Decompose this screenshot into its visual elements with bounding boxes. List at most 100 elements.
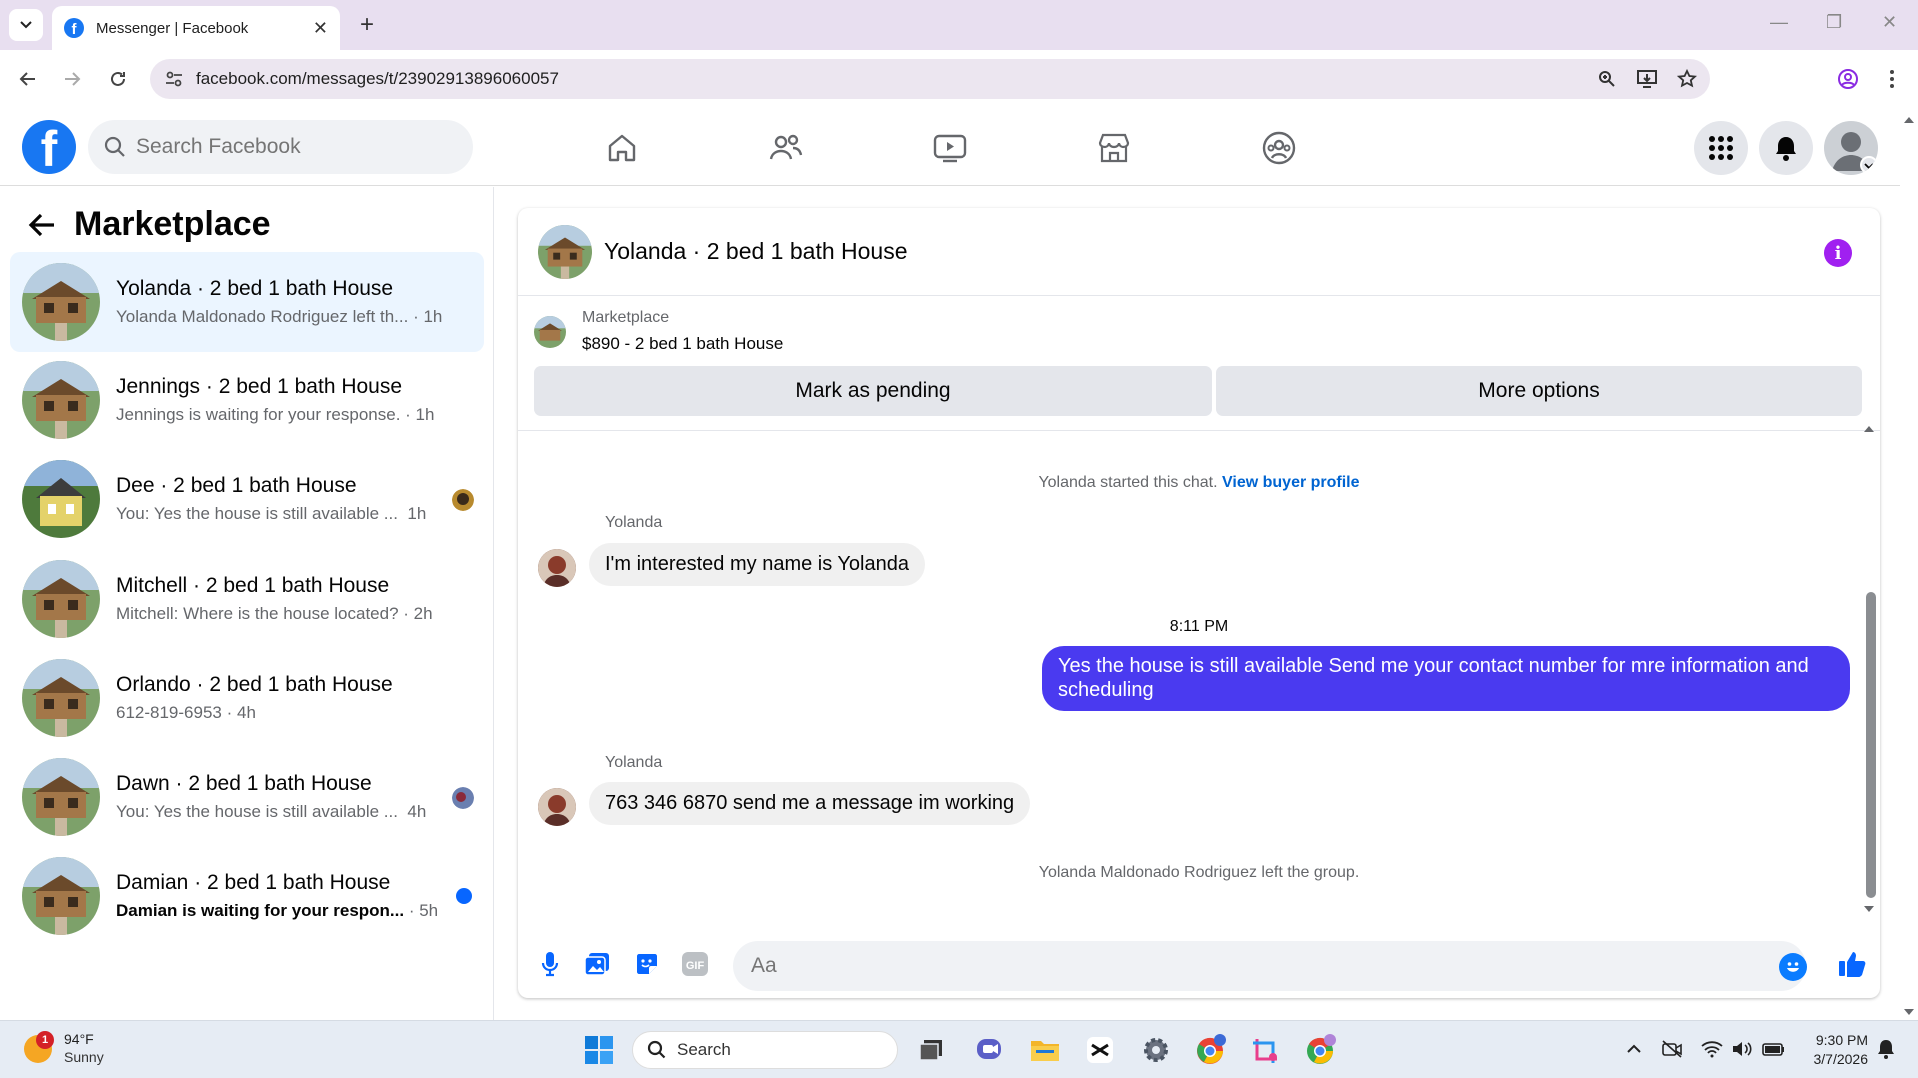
address-bar[interactable]: facebook.com/messages/t/2390291389606005… xyxy=(150,59,1710,99)
gif-icon[interactable]: GIF xyxy=(681,950,709,978)
photo-icon[interactable] xyxy=(583,950,611,978)
conversation-name: Jennings · 2 bed 1 bath House xyxy=(116,375,403,398)
emoji-icon[interactable] xyxy=(1779,953,1807,981)
chrome-profile-icon[interactable] xyxy=(1194,1033,1228,1067)
listing-thumbnail[interactable] xyxy=(534,316,566,348)
forward-button[interactable] xyxy=(58,65,86,93)
more-options-button[interactable]: More options xyxy=(1216,366,1862,416)
chat-title[interactable]: Yolanda · 2 bed 1 bath House xyxy=(604,238,908,265)
menu-button[interactable] xyxy=(1694,121,1748,175)
house-thumbnail xyxy=(22,857,100,935)
page-scroll-down-icon[interactable] xyxy=(1900,1006,1918,1018)
volume-icon[interactable] xyxy=(1730,1037,1754,1061)
install-app-icon[interactable] xyxy=(1636,68,1658,90)
sender-avatar[interactable] xyxy=(538,549,576,587)
conversation-name: Orlando · 2 bed 1 bath House xyxy=(116,673,393,696)
url-text[interactable]: facebook.com/messages/t/2390291389606005… xyxy=(196,69,559,89)
profile-button[interactable] xyxy=(1834,65,1862,93)
task-view-icon[interactable] xyxy=(914,1033,948,1067)
browser-menu-button[interactable] xyxy=(1878,65,1906,93)
teams-chat-icon[interactable] xyxy=(973,1033,1007,1067)
message-composer: GIF xyxy=(518,926,1880,998)
bookmark-star-icon[interactable] xyxy=(1676,68,1698,90)
conversation-preview: Mitchell: Where is the house located? xyxy=(116,604,399,623)
minimize-icon[interactable]: — xyxy=(1770,12,1788,33)
reload-button[interactable] xyxy=(104,65,132,93)
microphone-icon[interactable] xyxy=(536,950,564,978)
conversation-preview: Yolanda Maldonado Rodriguez left th... xyxy=(116,307,409,326)
zoom-icon[interactable] xyxy=(1596,68,1618,90)
wifi-icon[interactable] xyxy=(1700,1037,1724,1061)
mark-as-pending-button[interactable]: Mark as pending xyxy=(534,366,1212,416)
restore-icon[interactable]: ❐ xyxy=(1826,12,1842,33)
page-scrollbar[interactable] xyxy=(1900,108,1918,1020)
listing-title[interactable]: $890 - 2 bed 1 bath House xyxy=(582,334,783,354)
sender-avatar[interactable] xyxy=(538,788,576,826)
nav-marketplace[interactable] xyxy=(1094,128,1134,168)
nav-groups[interactable] xyxy=(1259,128,1299,168)
incoming-message[interactable]: I'm interested my name is Yolanda xyxy=(589,543,925,586)
chrome-icon[interactable] xyxy=(1304,1033,1338,1067)
system-clock[interactable]: 9:30 PM 3/7/2026 xyxy=(1796,1031,1869,1069)
tab-list-button[interactable] xyxy=(9,9,43,41)
settings-gear-icon[interactable] xyxy=(1139,1033,1173,1067)
scroll-up-icon[interactable] xyxy=(1862,424,1876,434)
left-group-notice: Yolanda Maldonado Rodriguez left the gro… xyxy=(1038,864,1360,881)
unread-indicator xyxy=(456,888,472,904)
windows-start-icon[interactable] xyxy=(582,1033,616,1067)
tab-close-icon[interactable]: ✕ xyxy=(313,18,328,39)
conversation-item[interactable]: Dee · 2 bed 1 bath House You: Yes the ho… xyxy=(10,449,484,549)
weather-widget[interactable]: 1 94°F Sunny xyxy=(24,1030,104,1066)
conversation-item[interactable]: Yolanda · 2 bed 1 bath House Yolanda Mal… xyxy=(10,252,484,352)
facebook-search[interactable] xyxy=(88,120,473,174)
conversation-time: 4h xyxy=(407,802,427,821)
sun-icon: 1 xyxy=(24,1030,54,1063)
sticker-icon[interactable] xyxy=(633,950,661,978)
nav-friends[interactable] xyxy=(766,128,806,168)
account-avatar[interactable] xyxy=(1824,121,1878,175)
facebook-logo-icon[interactable]: f xyxy=(22,120,76,174)
nav-video[interactable] xyxy=(930,128,970,168)
conversation-item[interactable]: Jennings · 2 bed 1 bath House Jennings i… xyxy=(10,350,484,450)
capcut-icon[interactable] xyxy=(1083,1033,1117,1067)
message-input[interactable] xyxy=(733,941,1806,991)
conversation-preview: Jennings is waiting for your response. xyxy=(116,405,401,424)
conversation-item[interactable]: Damian · 2 bed 1 bath House Damian is wa… xyxy=(10,846,484,946)
conversation-item[interactable]: Orlando · 2 bed 1 bath House 612-819-695… xyxy=(10,648,484,748)
taskbar-search[interactable]: Search xyxy=(632,1031,898,1069)
notification-bell-icon[interactable] xyxy=(1874,1037,1898,1061)
conversation-item[interactable]: Mitchell · 2 bed 1 bath House Mitchell: … xyxy=(10,549,484,649)
incoming-message[interactable]: 763 346 6870 send me a message im workin… xyxy=(589,782,1031,825)
chat-window: Yolanda · 2 bed 1 bath House i Marketpla… xyxy=(518,208,1880,998)
file-explorer-icon[interactable] xyxy=(1028,1033,1062,1067)
new-tab-button[interactable]: + xyxy=(352,10,382,40)
battery-icon[interactable] xyxy=(1762,1037,1786,1061)
close-window-icon[interactable]: ✕ xyxy=(1882,12,1897,33)
house-thumbnail xyxy=(22,460,100,538)
camera-off-icon[interactable] xyxy=(1660,1037,1684,1061)
scroll-down-icon[interactable] xyxy=(1862,904,1876,914)
page-scroll-up-icon[interactable] xyxy=(1900,114,1918,126)
chat-avatar[interactable] xyxy=(538,224,592,279)
conversation-item[interactable]: Dawn · 2 bed 1 bath House You: Yes the h… xyxy=(10,747,484,847)
site-settings-icon[interactable] xyxy=(164,69,184,89)
browser-tab[interactable]: f Messenger | Facebook ✕ xyxy=(52,6,340,50)
snipping-tool-icon[interactable] xyxy=(1249,1033,1283,1067)
marketplace-conversations-panel: Marketplace Yolanda · 2 bed 1 bath House… xyxy=(0,187,494,1020)
view-buyer-profile-link[interactable]: View buyer profile xyxy=(1222,474,1360,491)
chat-started-notice: Yolanda started this chat. View buyer pr… xyxy=(518,474,1880,492)
notifications-button[interactable] xyxy=(1759,121,1813,175)
back-arrow-icon[interactable] xyxy=(28,212,56,238)
chevron-down-icon xyxy=(20,21,32,29)
scroll-thumb[interactable] xyxy=(1866,592,1876,898)
house-thumbnail xyxy=(22,263,100,341)
thumbs-up-icon[interactable] xyxy=(1836,948,1868,980)
conversation-preview: You: Yes the house is still available ..… xyxy=(116,802,398,821)
show-hidden-icons-icon[interactable] xyxy=(1622,1037,1646,1061)
facebook-favicon-icon: f xyxy=(64,18,84,38)
outgoing-message[interactable]: Yes the house is still available Send me… xyxy=(1042,646,1850,712)
nav-home[interactable] xyxy=(602,128,642,168)
info-icon[interactable]: i xyxy=(1824,239,1852,267)
search-input[interactable] xyxy=(136,135,456,159)
back-button[interactable] xyxy=(14,65,42,93)
